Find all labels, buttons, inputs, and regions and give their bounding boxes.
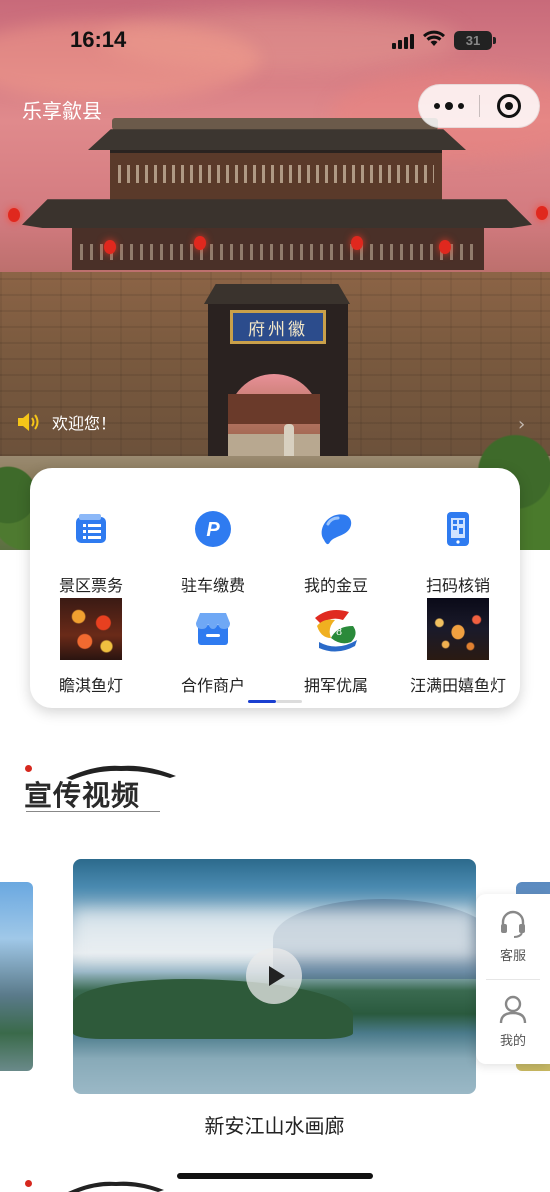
chevron-right-icon: ›	[518, 414, 526, 435]
menu-item-merchants[interactable]: 合作商户	[152, 598, 274, 698]
bean-icon	[305, 498, 367, 560]
section-ornament	[26, 811, 160, 819]
menu-item-fish-lantern[interactable]: 瞻淇鱼灯	[30, 598, 152, 698]
menu-item-beans[interactable]: 我的金豆	[275, 498, 397, 598]
menu-item-ticket[interactable]: 景区票务	[30, 498, 152, 598]
menu-item-military[interactable]: 8 拥军优属	[275, 598, 397, 698]
menu-item-label: 我的金豆	[303, 576, 368, 595]
mini-program-capsule	[418, 84, 540, 128]
notice-text: 欢迎您！	[52, 414, 117, 433]
customer-service-button[interactable]: 客服	[476, 894, 550, 979]
headset-icon	[501, 910, 525, 938]
my-profile-label: 我的	[499, 1034, 526, 1049]
menu-item-label: 扫码核销	[425, 576, 490, 595]
customer-service-label: 客服	[499, 949, 526, 964]
page-indicator	[248, 700, 302, 703]
page: 府州徽 16:14 31 乐享歙县 欢迎您！ › 景区票务 P 驻车缴费 我的金…	[0, 0, 550, 1192]
battery-icon: 31	[454, 30, 496, 50]
more-dots-icon	[433, 103, 440, 109]
menu-item-scan[interactable]: 扫码核销	[397, 498, 519, 598]
menu-item-label: 合作商户	[180, 676, 245, 695]
section-title: 宣传视频	[24, 779, 141, 812]
cellular-signal-icon	[392, 31, 414, 49]
home-indicator[interactable]	[177, 1173, 373, 1179]
menu-item-night-lantern[interactable]: 汪满田嬉鱼灯	[397, 598, 519, 698]
military-support-logo: 8	[305, 598, 367, 660]
menu-item-label: 瞻淇鱼灯	[58, 676, 123, 695]
roof-ornament-icon	[68, 1181, 164, 1192]
video-card-prev[interactable]	[0, 882, 33, 1071]
floating-panel: 客服 我的	[476, 894, 550, 1064]
ticket-list-icon	[60, 498, 122, 560]
status-icons: 31	[392, 29, 496, 51]
night-festival-photo	[427, 598, 489, 660]
gate-plaque: 府州徽	[230, 310, 326, 344]
my-profile-button[interactable]: 我的	[476, 979, 550, 1064]
menu-item-label: 驻车缴费	[180, 576, 245, 595]
middle-roof	[22, 199, 532, 228]
menu-item-label: 汪满田嬉鱼灯	[409, 676, 506, 695]
status-time: 16:14	[70, 27, 127, 52]
scan-phone-icon	[427, 498, 489, 560]
service-menu-card: 景区票务 P 驻车缴费 我的金豆 扫码核销 瞻淇鱼灯 合作商户 8 拥军优属 汪…	[30, 468, 520, 708]
app-title: 乐享歙县	[22, 99, 102, 123]
speaker-icon	[16, 411, 42, 433]
more-menu-button[interactable]	[419, 84, 479, 128]
wifi-icon	[422, 29, 446, 51]
fish-lantern-photo	[60, 598, 122, 660]
play-icon	[268, 966, 285, 986]
close-mini-program-button[interactable]	[479, 84, 539, 128]
svg-text:P: P	[206, 519, 220, 541]
svg-text:8: 8	[336, 627, 342, 638]
next-section-dot	[25, 1180, 32, 1187]
video-card[interactable]	[73, 859, 476, 1094]
section-heading-video: 宣传视频	[22, 760, 176, 820]
store-icon	[182, 598, 244, 660]
target-circle-icon	[497, 94, 522, 118]
parking-icon: P	[182, 498, 244, 560]
play-button[interactable]	[246, 948, 302, 1004]
video-caption: 新安江山水画廊	[204, 1114, 345, 1138]
menu-item-label: 拥军优属	[303, 676, 368, 695]
notice-bar[interactable]: 欢迎您！	[16, 410, 116, 434]
menu-item-label: 景区票务	[58, 576, 123, 595]
user-icon	[499, 995, 527, 1024]
menu-item-parking[interactable]: P 驻车缴费	[152, 498, 274, 598]
